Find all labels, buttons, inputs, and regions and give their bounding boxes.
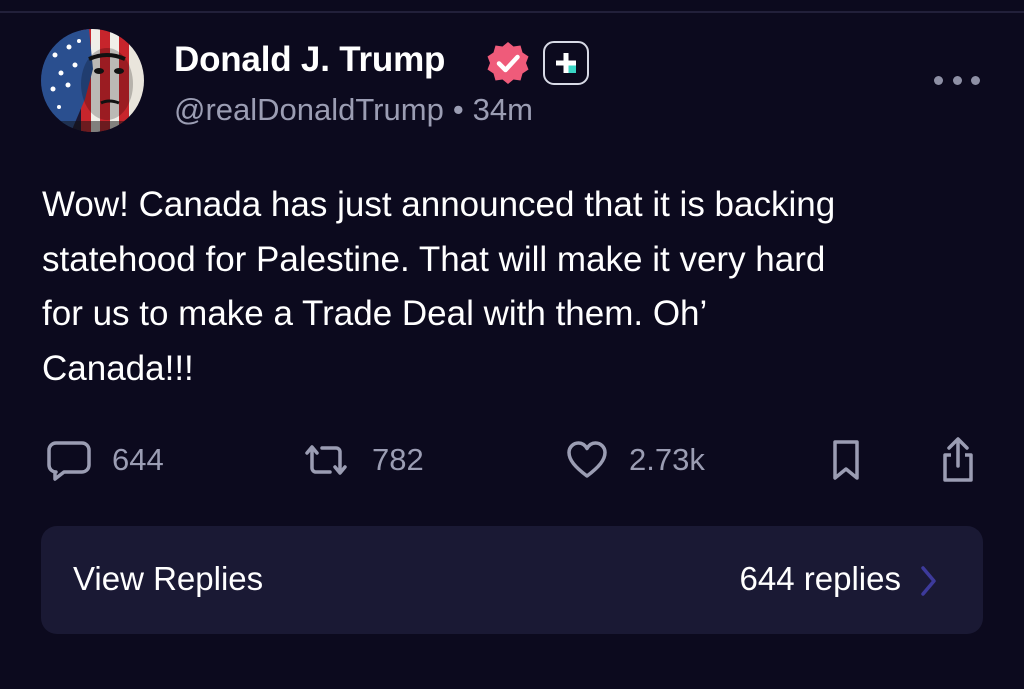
chevron-right-icon [921,566,936,596]
repost-icon [305,445,347,475]
plus-badge-icon[interactable] [543,41,589,85]
top-divider [0,11,1024,13]
replies-count: 644 replies [739,560,901,597]
bookmark-icon [833,440,859,480]
reply-button[interactable]: 644 [46,436,164,484]
post-time: 34m [472,92,533,127]
comment-icon [47,441,91,481]
verified-badge-icon [485,40,531,86]
post-body: Wow! Canada has just announced that it i… [42,185,836,388]
view-replies-bar[interactable]: View Replies 644 replies [41,526,983,634]
post-meta: @realDonaldTrump • 34m [174,92,533,128]
heart-icon [567,441,607,478]
like-count: 2.73k [629,442,705,477]
share-button[interactable] [938,436,978,484]
like-button[interactable]: 2.73k [565,436,705,484]
share-icon [943,437,973,482]
more-dot-icon [934,75,943,85]
repost-button[interactable]: 782 [300,436,424,484]
bookmark-button[interactable] [827,436,865,484]
repost-count: 782 [372,442,424,477]
meta-separator: • [452,92,464,127]
more-dot-icon [952,75,962,85]
view-replies-label[interactable]: View Replies [73,560,263,598]
reply-count: 644 [112,442,164,477]
avatar[interactable] [41,29,144,132]
author-handle[interactable]: @realDonaldTrump [174,92,444,127]
more-dot-icon [971,75,980,85]
more-options-button[interactable] [934,68,980,92]
author-name[interactable]: Donald J. Trump [174,40,445,80]
